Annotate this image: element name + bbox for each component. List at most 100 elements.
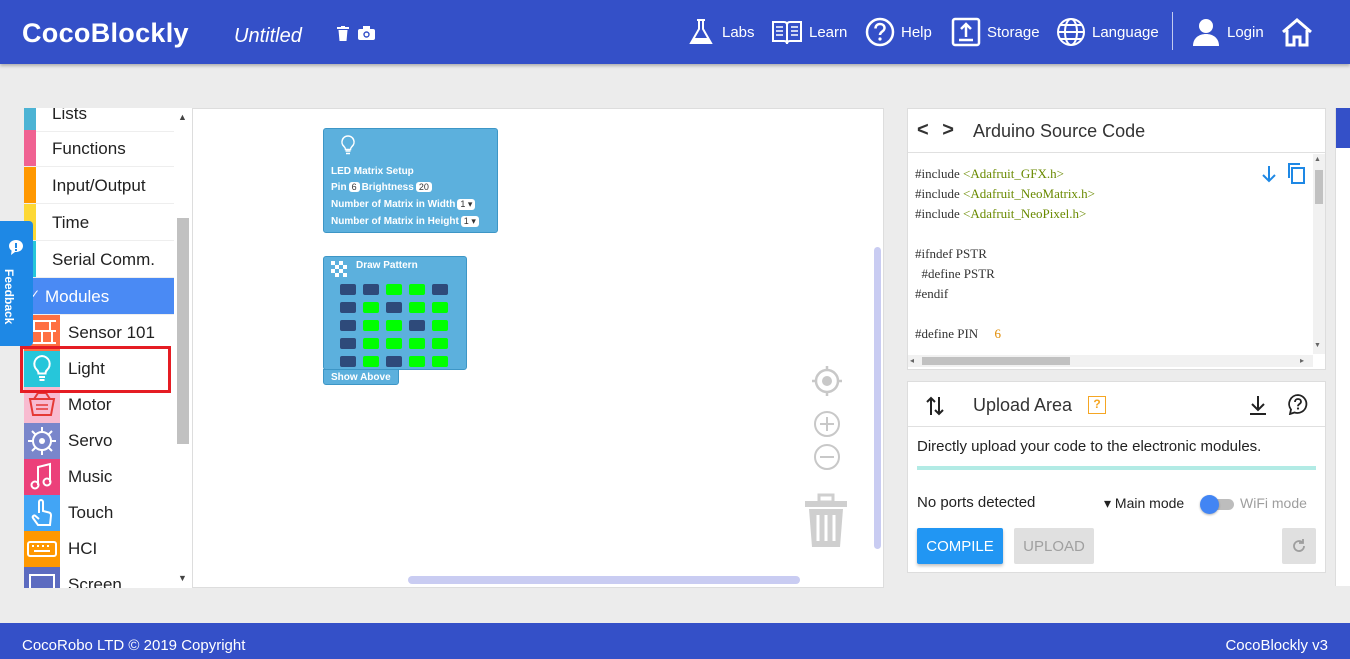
nav-help[interactable]: Help <box>865 15 932 49</box>
pattern-cell[interactable] <box>386 320 402 331</box>
led-matrix-setup-block[interactable]: LED Matrix Setup Pin 6 Brightness 20 Number… <box>323 128 498 233</box>
help-circle-icon[interactable] <box>1287 393 1309 415</box>
category-input-output[interactable]: Input/Output <box>24 167 174 204</box>
pattern-cell[interactable] <box>432 356 448 367</box>
setup-pin-row: Pin 6 Brightness 20 <box>331 182 434 193</box>
toolbox-scroll-down-icon[interactable]: ▼ <box>178 573 187 583</box>
workspace-horizontal-scrollbar[interactable] <box>408 576 800 584</box>
trash-icon[interactable] <box>337 26 353 42</box>
module-hci[interactable]: HCI <box>24 531 174 567</box>
pattern-cell[interactable] <box>363 284 379 295</box>
nav-language[interactable]: Language <box>1056 15 1159 49</box>
upload-button[interactable]: UPLOAD <box>1014 528 1094 564</box>
show-above-block[interactable]: Show Above <box>323 369 399 385</box>
module-music[interactable]: Music <box>24 459 174 495</box>
toolbox-scroll-up-icon[interactable]: ▲ <box>178 112 187 122</box>
module-label: Motor <box>68 395 112 414</box>
document-title[interactable]: Untitled <box>234 25 302 48</box>
zoom-in-icon[interactable] <box>813 410 841 438</box>
right-side-tab[interactable] <box>1336 108 1350 148</box>
download-icon[interactable] <box>1248 394 1268 416</box>
home-button[interactable] <box>1281 15 1313 49</box>
category-label: Lists <box>52 108 87 123</box>
code-scroll-right-icon[interactable]: ▸ <box>1300 356 1304 365</box>
transfer-icon[interactable] <box>925 395 945 417</box>
nav-login-label: Login <box>1227 23 1264 41</box>
copy-icon[interactable] <box>1286 162 1306 184</box>
width-dropdown[interactable]: 1 ▾ <box>457 199 476 210</box>
height-dropdown[interactable]: 1 ▾ <box>460 216 479 227</box>
code-scroll-down-icon[interactable]: ▼ <box>1314 342 1321 349</box>
pattern-cell[interactable] <box>340 284 356 295</box>
module-screen[interactable]: Screen <box>24 567 174 588</box>
toolbox-scrollbar[interactable] <box>177 218 189 444</box>
nav-login[interactable]: Login <box>1191 15 1264 49</box>
pattern-cell[interactable] <box>409 338 425 349</box>
pattern-grid <box>340 284 448 367</box>
pattern-cell[interactable] <box>432 338 448 349</box>
pattern-cell[interactable] <box>409 356 425 367</box>
upload-area-title: Upload Area <box>973 395 1073 415</box>
feedback-tab[interactable]: Feedback <box>0 221 33 346</box>
nav-storage-label: Storage <box>987 23 1040 41</box>
pattern-cell[interactable] <box>409 320 425 331</box>
code-scroll-left-icon[interactable]: ◂ <box>910 356 914 365</box>
pattern-cell[interactable] <box>363 302 379 313</box>
category-lists[interactable]: Lists <box>24 108 174 132</box>
download-code-icon[interactable] <box>1260 164 1278 184</box>
pattern-cell[interactable] <box>432 320 448 331</box>
brightness-field[interactable]: 20 <box>415 182 432 192</box>
module-servo[interactable]: Servo <box>24 423 174 459</box>
pin-field[interactable]: 6 <box>348 182 360 192</box>
refresh-icon <box>1293 539 1305 552</box>
code-toggle-icon[interactable]: < > <box>917 119 958 142</box>
blockly-workspace[interactable]: LED Matrix Setup Pin 6 Brightness 20 Number… <box>192 108 884 588</box>
code-hscroll-thumb[interactable] <box>922 357 1070 365</box>
main-mode-select[interactable]: ▾ Main mode <box>1104 495 1184 512</box>
pattern-cell[interactable] <box>409 284 425 295</box>
code-horizontal-scrollbar[interactable]: ◂ ▸ <box>908 355 1313 367</box>
pattern-cell[interactable] <box>386 356 402 367</box>
pattern-cell[interactable] <box>363 356 379 367</box>
category-serial-comm[interactable]: Serial Comm. <box>24 241 174 278</box>
category-color-stripe <box>24 167 36 203</box>
upload-help-badge-icon[interactable]: ? <box>1088 396 1106 414</box>
pattern-cell[interactable] <box>432 302 448 313</box>
category-time[interactable]: Time <box>24 204 174 241</box>
module-label: HCI <box>68 539 98 558</box>
code-vertical-scrollbar[interactable]: ▲ ▼ <box>1313 154 1325 354</box>
camera-icon[interactable] <box>358 26 375 42</box>
pattern-cell[interactable] <box>409 302 425 313</box>
pattern-cell[interactable] <box>340 320 356 331</box>
home-icon <box>1282 18 1312 47</box>
nav-learn[interactable]: Learn <box>771 15 847 49</box>
mode-toggle[interactable] <box>1200 494 1236 514</box>
app-root: CocoBlockly Untitled Labs Learn Help Sto… <box>0 0 1350 659</box>
nav-labs[interactable]: Labs <box>686 15 755 49</box>
zoom-out-icon[interactable] <box>813 443 841 471</box>
pattern-cell[interactable] <box>386 302 402 313</box>
setup-height-row: Number of Matrix in Height 1 ▾ <box>331 216 481 227</box>
module-touch[interactable]: Touch <box>24 495 174 531</box>
workspace-vertical-scrollbar[interactable] <box>874 247 881 549</box>
code-scroll-thumb[interactable] <box>1315 170 1323 204</box>
draw-pattern-block[interactable]: Draw Pattern <box>323 256 467 370</box>
code-editor[interactable]: #include <Adafruit_GFX.h> #include <Adafr… <box>908 154 1312 354</box>
pattern-cell[interactable] <box>340 356 356 367</box>
category-functions[interactable]: Functions <box>24 130 174 167</box>
pattern-cell[interactable] <box>363 320 379 331</box>
pattern-cell[interactable] <box>340 302 356 313</box>
trashcan-icon[interactable] <box>803 493 849 549</box>
category-modules[interactable]: ✓ Modules <box>24 278 174 315</box>
compile-button[interactable]: COMPILE <box>917 528 1003 564</box>
brand-logo[interactable]: CocoBlockly <box>22 18 189 49</box>
recenter-icon[interactable] <box>811 365 843 397</box>
pattern-cell[interactable] <box>363 338 379 349</box>
refresh-button[interactable] <box>1282 528 1316 564</box>
nav-storage[interactable]: Storage <box>951 15 1040 49</box>
code-scroll-up-icon[interactable]: ▲ <box>1314 156 1321 163</box>
pattern-cell[interactable] <box>386 338 402 349</box>
pattern-cell[interactable] <box>386 284 402 295</box>
pattern-cell[interactable] <box>432 284 448 295</box>
pattern-cell[interactable] <box>340 338 356 349</box>
